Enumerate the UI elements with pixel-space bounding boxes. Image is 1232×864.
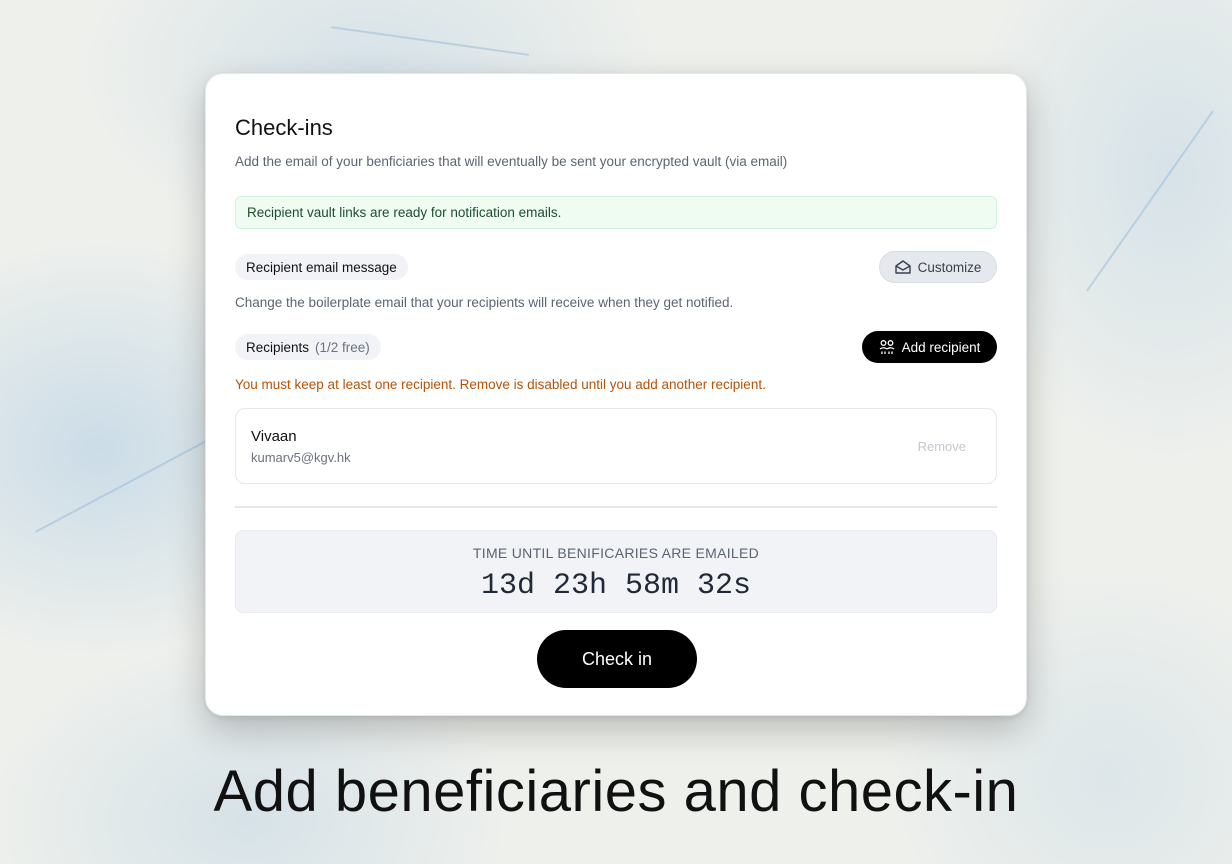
- remove-button[interactable]: Remove: [918, 439, 966, 454]
- users-icon: [879, 339, 895, 355]
- recipients-count: (1/2 free): [315, 339, 370, 355]
- envelope-open-icon: [894, 260, 911, 274]
- email-message-label: Recipient email message: [246, 259, 397, 275]
- caption: Add beneficiaries and check-in: [213, 759, 1019, 824]
- checkins-card: Check-ins Add the email of your benficia…: [205, 73, 1027, 716]
- recipient-row: Vivaan kumarv5@kgv.hk Remove: [235, 408, 997, 484]
- customize-button[interactable]: Customize: [879, 251, 997, 283]
- recipient-name: Vivaan: [251, 428, 297, 445]
- email-message-pill: Recipient email message: [235, 254, 408, 280]
- recipients-label: Recipients: [246, 339, 310, 355]
- page-title: Check-ins: [235, 115, 333, 140]
- page-subtitle: Add the email of your benficiaries that …: [235, 154, 788, 169]
- divider: [235, 506, 997, 508]
- add-recipient-label: Add recipient: [901, 339, 981, 355]
- add-recipient-button[interactable]: Add recipient: [862, 331, 997, 363]
- check-in-button[interactable]: Check in: [537, 630, 697, 688]
- recipients-pill: Recipients (1/2 free): [235, 334, 381, 360]
- status-notice: Recipient vault links are ready for noti…: [235, 196, 997, 229]
- recipient-warning: You must keep at least one recipient. Re…: [235, 377, 766, 392]
- countdown-label: TIME UNTIL BENIFICARIES ARE EMAILED: [472, 545, 760, 561]
- countdown-panel: TIME UNTIL BENIFICARIES ARE EMAILED 13d …: [235, 530, 997, 613]
- countdown-value: 13d 23h 58m 32s: [480, 569, 752, 603]
- background-vein: [330, 26, 530, 56]
- recipient-email: kumarv5@kgv.hk: [251, 450, 351, 465]
- customize-label: Customize: [917, 259, 982, 275]
- email-message-description: Change the boilerplate email that your r…: [235, 295, 734, 310]
- background-vein: [1086, 110, 1214, 292]
